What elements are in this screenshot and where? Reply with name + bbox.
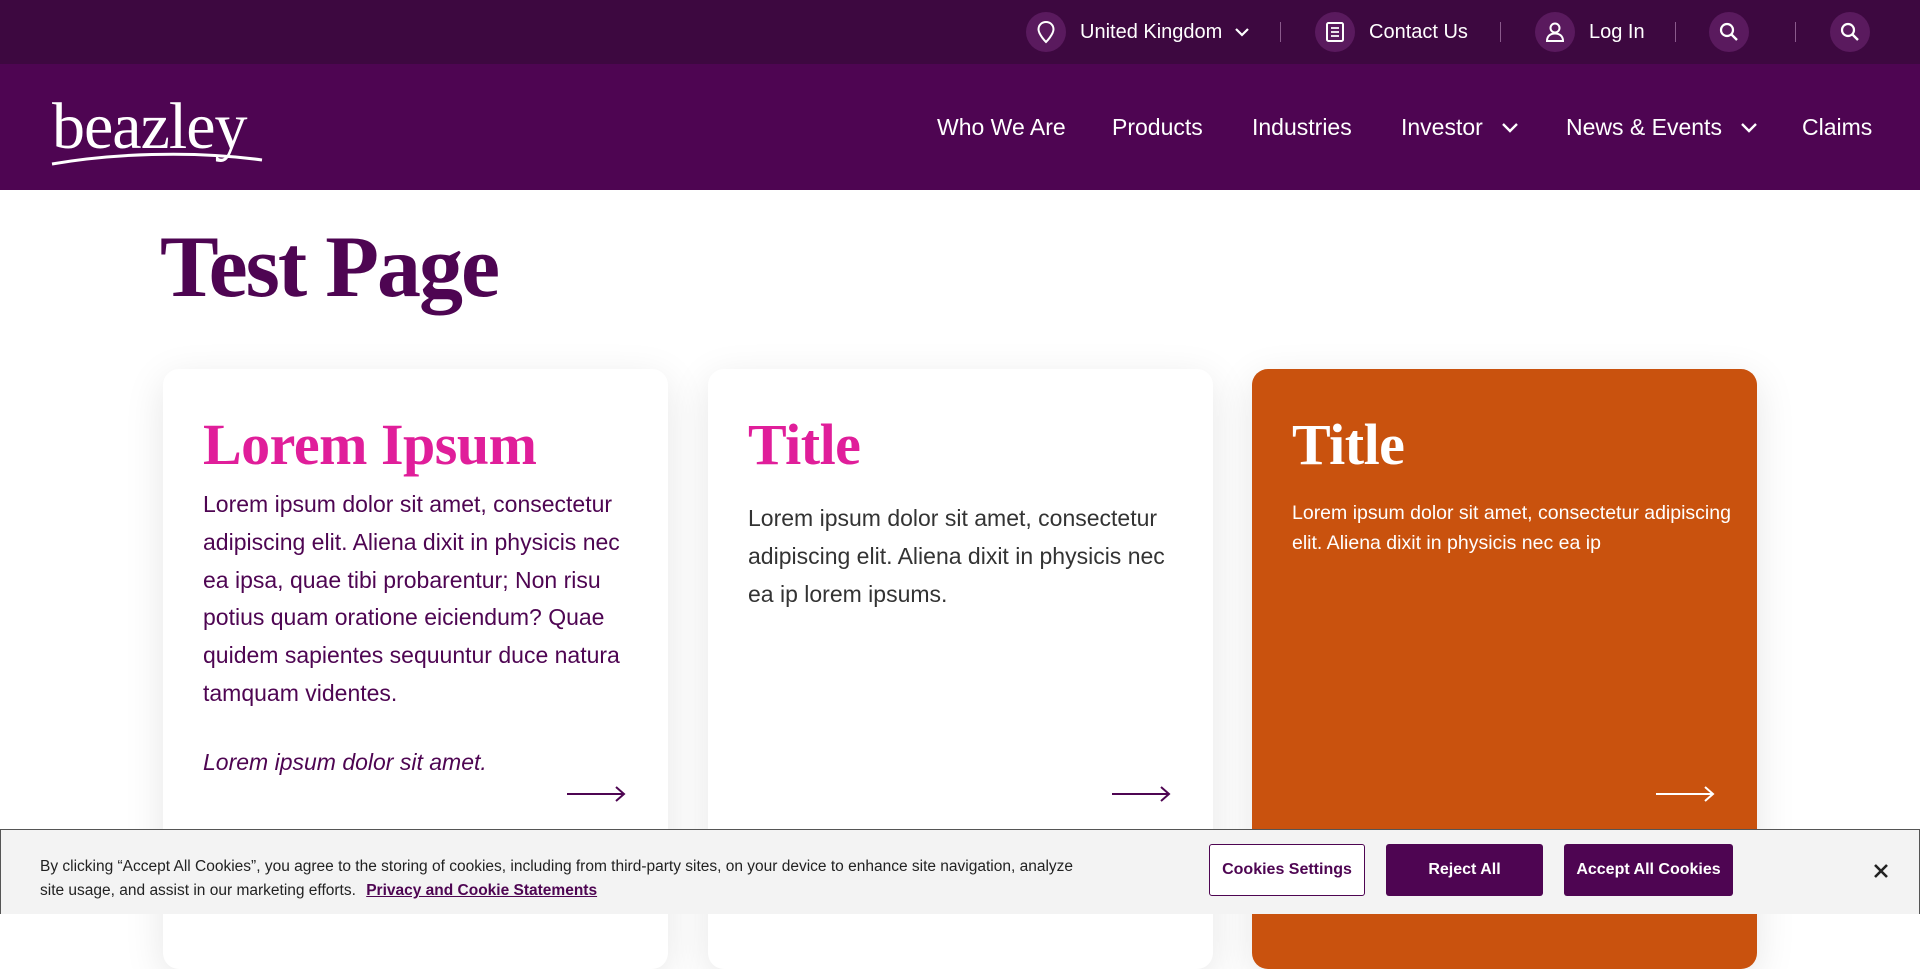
page-title: Test Page <box>160 219 500 316</box>
card-body: Lorem ipsum dolor sit amet, consectetur … <box>748 505 1165 607</box>
nav-label: Industries <box>1252 113 1352 140</box>
divider <box>1795 22 1796 42</box>
nav-who-we-are[interactable]: Who We Are <box>937 64 1066 190</box>
arrow-right-icon[interactable] <box>567 785 627 808</box>
divider <box>1500 22 1501 42</box>
search-button-secondary[interactable] <box>1830 0 1870 64</box>
close-icon[interactable] <box>1868 858 1894 884</box>
nav-label: Claims <box>1802 113 1873 140</box>
arrow-right-icon[interactable] <box>1112 785 1172 808</box>
nav-label: Who We Are <box>937 113 1066 140</box>
region-selector[interactable]: United Kingdom <box>1026 0 1250 64</box>
nav-industries[interactable]: Industries <box>1252 64 1352 190</box>
accept-all-cookies-button[interactable]: Accept All Cookies <box>1564 844 1733 896</box>
nav-claims[interactable]: Claims <box>1802 64 1872 190</box>
chevron-down-icon <box>1234 27 1250 37</box>
logo-swoosh-icon <box>51 152 263 166</box>
main-navigation: beazley Who We Are Products Industries I… <box>0 64 1920 190</box>
divider <box>1675 22 1676 42</box>
nav-label: Products <box>1112 113 1203 140</box>
cookie-text-block: By clicking “Accept All Cookies”, you ag… <box>40 855 1080 903</box>
contact-us-label: Contact Us <box>1369 20 1468 43</box>
nav-news-events[interactable]: News & Events <box>1566 64 1758 190</box>
search-icon <box>1709 12 1749 52</box>
beazley-logo[interactable]: beazley <box>50 92 265 168</box>
divider <box>1280 22 1281 42</box>
contact-us-link[interactable]: Contact Us <box>1315 0 1468 64</box>
nav-investor[interactable]: Investor <box>1401 64 1519 190</box>
utility-bar: United Kingdom Contact Us Log In <box>0 0 1920 64</box>
card-body: Lorem ipsum dolor sit amet, consectetur … <box>203 491 620 706</box>
card-body: Lorem ipsum dolor sit amet, consectetur … <box>1292 502 1731 554</box>
card-note: Lorem ipsum dolor sit amet. <box>203 749 487 775</box>
nav-label: Investor <box>1401 113 1483 140</box>
cookie-banner: By clicking “Accept All Cookies”, you ag… <box>0 829 1920 914</box>
card-title: Title <box>748 412 861 477</box>
privacy-cookie-statements-link[interactable]: Privacy and Cookie Statements <box>366 882 597 899</box>
user-icon <box>1535 12 1575 52</box>
region-label: United Kingdom <box>1080 20 1223 43</box>
card-title: Lorem Ipsum <box>203 412 537 477</box>
arrow-right-icon[interactable] <box>1656 785 1716 808</box>
contact-list-icon <box>1315 12 1355 52</box>
log-in-label: Log In <box>1589 20 1645 43</box>
nav-label: News & Events <box>1566 113 1722 140</box>
card-title: Title <box>1292 412 1405 477</box>
nav-products[interactable]: Products <box>1112 64 1203 190</box>
chevron-down-icon <box>1501 122 1519 133</box>
log-in-link[interactable]: Log In <box>1535 0 1645 64</box>
cookies-settings-button[interactable]: Cookies Settings <box>1209 844 1365 896</box>
search-icon <box>1830 12 1870 52</box>
chevron-down-icon <box>1740 122 1758 133</box>
reject-all-button[interactable]: Reject All <box>1386 844 1543 896</box>
location-pin-icon <box>1026 12 1066 52</box>
search-button[interactable] <box>1709 0 1749 64</box>
